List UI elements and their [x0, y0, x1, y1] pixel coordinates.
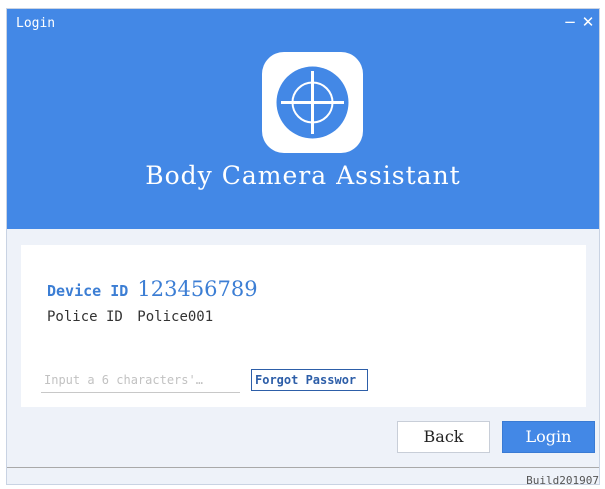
header-banner: Login − ✕ Body Camera Assistant	[7, 9, 599, 229]
window-controls: − ✕	[561, 12, 597, 32]
login-window: Login − ✕ Body Camera Assistant Device I…	[6, 8, 600, 487]
device-id-label: Device ID	[47, 282, 129, 300]
back-button[interactable]: Back	[397, 421, 490, 453]
app-name: Body Camera Assistant	[145, 161, 461, 190]
login-card: Device ID 123456789 Police ID Police001 …	[21, 245, 586, 407]
forgot-password-link[interactable]: Forgot Passwor	[251, 369, 368, 391]
device-id-row: Device ID 123456789	[47, 277, 258, 301]
crosshair-target-icon	[262, 52, 363, 153]
login-button[interactable]: Login	[502, 421, 595, 453]
police-id-label: Police ID	[47, 309, 123, 325]
password-input[interactable]	[41, 367, 240, 393]
close-button[interactable]: ✕	[579, 12, 597, 32]
build-version: Build201907	[526, 474, 599, 487]
forgot-password-label: Forgot Passwor	[255, 373, 357, 387]
footer-divider	[7, 467, 599, 468]
minimize-button[interactable]: −	[561, 12, 579, 32]
window-title: Login	[16, 16, 56, 31]
police-id-row: Police ID Police001	[47, 309, 213, 325]
device-id-value: 123456789	[137, 277, 258, 301]
police-id-value: Police001	[137, 309, 214, 325]
